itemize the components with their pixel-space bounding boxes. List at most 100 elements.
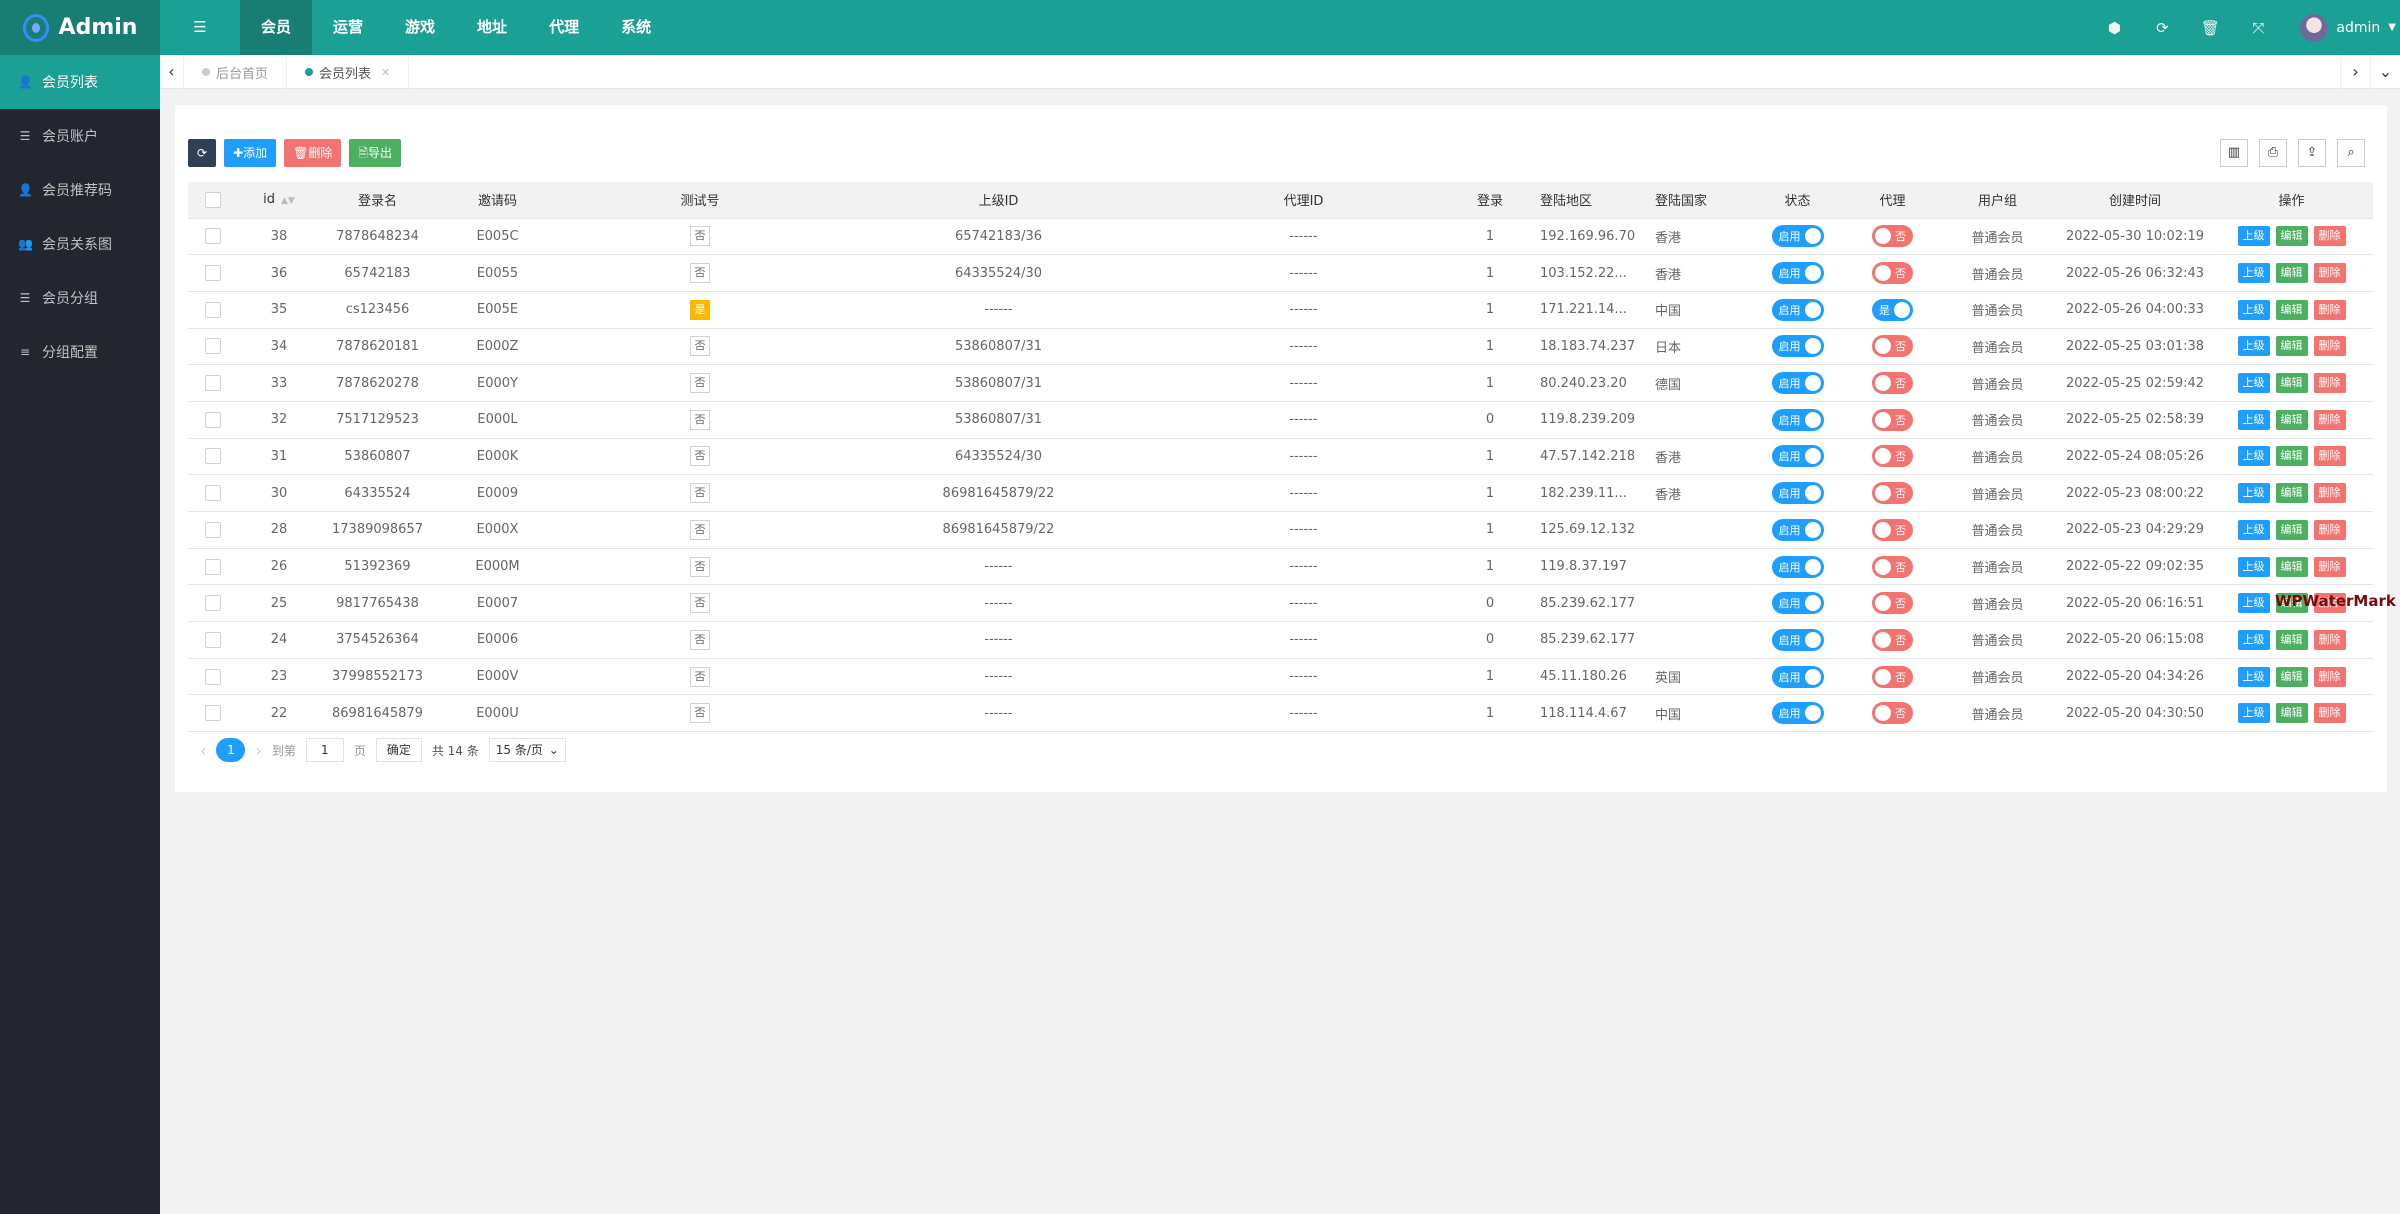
agent-toggle[interactable]: 是 <box>1872 298 1913 321</box>
tab-scroll-left-icon[interactable]: ‹ <box>160 55 184 89</box>
export-icon[interactable]: ⇪ <box>2298 139 2326 167</box>
delete-row-button[interactable]: 删除 <box>2313 336 2346 357</box>
agent-toggle[interactable]: 否 <box>1872 665 1913 688</box>
select-all-checkbox[interactable] <box>188 182 238 219</box>
nav-agent[interactable]: 代理 <box>528 0 600 55</box>
parent-button[interactable]: 上级 <box>2237 519 2270 540</box>
edit-button[interactable]: 编辑 <box>2275 519 2308 540</box>
nav-address[interactable]: 地址 <box>456 0 528 55</box>
agent-toggle[interactable]: 否 <box>1872 408 1913 431</box>
add-button[interactable]: ✚添加 <box>224 139 277 167</box>
parent-button[interactable]: 上级 <box>2237 556 2270 577</box>
edit-button[interactable]: 编辑 <box>2275 373 2308 394</box>
nav-system[interactable]: 系统 <box>600 0 672 55</box>
row-checkbox[interactable] <box>188 548 238 586</box>
status-toggle[interactable]: 启用 <box>1771 592 1824 615</box>
agent-toggle[interactable]: 否 <box>1872 482 1913 505</box>
print-icon[interactable]: ⎙ <box>2259 139 2287 167</box>
edit-button[interactable]: 编辑 <box>2275 703 2308 724</box>
status-toggle[interactable]: 启用 <box>1771 225 1824 248</box>
agent-toggle[interactable]: 否 <box>1872 445 1913 468</box>
sidebar-item-member-account[interactable]: ☰ 会员账户 <box>0 109 160 163</box>
row-checkbox[interactable] <box>188 694 238 733</box>
nav-operation[interactable]: 运营 <box>312 0 384 55</box>
edit-button[interactable]: 编辑 <box>2275 446 2308 467</box>
row-checkbox[interactable] <box>188 254 238 292</box>
status-toggle[interactable]: 启用 <box>1771 482 1824 505</box>
parent-button[interactable]: 上级 <box>2237 336 2270 357</box>
col-id[interactable]: id ▲▼ <box>238 182 320 219</box>
agent-toggle[interactable]: 否 <box>1872 225 1913 248</box>
sidebar-toggle-button[interactable]: ☰ <box>160 0 240 55</box>
delete-row-button[interactable]: 删除 <box>2313 483 2346 504</box>
nav-member[interactable]: 会员 <box>240 0 313 55</box>
parent-button[interactable]: 上级 <box>2237 593 2270 614</box>
delete-row-button[interactable]: 删除 <box>2313 446 2346 467</box>
tab-member-list[interactable]: 会员列表 ✕ <box>287 55 410 89</box>
delete-row-button[interactable]: 删除 <box>2313 519 2346 540</box>
row-checkbox[interactable] <box>188 401 238 439</box>
agent-toggle[interactable]: 否 <box>1872 335 1913 358</box>
status-toggle[interactable]: 启用 <box>1771 408 1824 431</box>
goto-confirm-button[interactable]: 确定 <box>375 738 422 762</box>
parent-button[interactable]: 上级 <box>2237 629 2270 650</box>
sidebar-item-relation-map[interactable]: 👥 会员关系图 <box>0 217 160 271</box>
columns-icon[interactable]: ▥ <box>2220 139 2248 167</box>
row-checkbox[interactable] <box>188 621 238 659</box>
agent-toggle[interactable]: 否 <box>1872 555 1913 578</box>
agent-toggle[interactable]: 否 <box>1872 592 1913 615</box>
edit-button[interactable]: 编辑 <box>2275 299 2308 320</box>
delete-button[interactable]: 🗑删除 <box>284 139 342 167</box>
row-checkbox[interactable] <box>188 291 238 329</box>
prev-page-icon[interactable]: ‹ <box>200 741 206 760</box>
search-icon[interactable]: ⌕ <box>2337 139 2365 167</box>
goto-page-input[interactable]: 1 <box>305 738 344 762</box>
edit-button[interactable]: 编辑 <box>2275 556 2308 577</box>
chevron-down-icon[interactable]: ▼ <box>2388 22 2396 33</box>
agent-toggle[interactable]: 否 <box>1872 372 1913 395</box>
refresh-icon[interactable]: ⟳ <box>2138 19 2186 37</box>
logo[interactable]: Admin <box>0 0 160 55</box>
edit-button[interactable]: 编辑 <box>2275 226 2308 247</box>
status-toggle[interactable]: 启用 <box>1771 702 1824 725</box>
close-icon[interactable]: ✕ <box>381 66 390 79</box>
sort-icon[interactable]: ▲▼ <box>281 196 295 206</box>
parent-button[interactable]: 上级 <box>2237 263 2270 284</box>
row-checkbox[interactable] <box>188 658 238 696</box>
tab-menu-chevron-icon[interactable]: ⌄ <box>2370 55 2400 89</box>
user-menu[interactable]: admin <box>2336 20 2380 36</box>
agent-toggle[interactable]: 否 <box>1872 628 1913 651</box>
edit-button[interactable]: 编辑 <box>2275 629 2308 650</box>
row-checkbox[interactable] <box>188 438 238 476</box>
refresh-button[interactable]: ⟳ <box>188 139 217 167</box>
export-button[interactable]: 🗎导出 <box>349 139 402 167</box>
clear-cache-icon[interactable]: 🗑 <box>2186 19 2234 37</box>
delete-row-button[interactable]: 删除 <box>2313 373 2346 394</box>
edit-button[interactable]: 编辑 <box>2275 409 2308 430</box>
delete-row-button[interactable]: 删除 <box>2313 263 2346 284</box>
sidebar-item-referral-code[interactable]: 👤 会员推荐码 <box>0 163 160 217</box>
sidebar-item-member-group[interactable]: ☰ 会员分组 <box>0 271 160 325</box>
status-toggle[interactable]: 启用 <box>1771 445 1824 468</box>
row-checkbox[interactable] <box>188 511 238 549</box>
status-toggle[interactable]: 启用 <box>1771 628 1824 651</box>
agent-toggle[interactable]: 否 <box>1872 702 1913 725</box>
row-checkbox[interactable] <box>188 474 238 512</box>
status-toggle[interactable]: 启用 <box>1771 665 1824 688</box>
current-page[interactable]: 1 <box>216 738 246 762</box>
parent-button[interactable]: 上级 <box>2237 226 2270 247</box>
row-checkbox[interactable] <box>188 584 238 623</box>
status-toggle[interactable]: 启用 <box>1771 298 1824 321</box>
row-checkbox[interactable] <box>188 328 238 366</box>
sidebar-item-group-config[interactable]: ≡ 分组配置 <box>0 325 160 379</box>
sidebar-item-member-list[interactable]: 👤 会员列表 <box>0 55 160 109</box>
parent-button[interactable]: 上级 <box>2237 703 2270 724</box>
status-toggle[interactable]: 启用 <box>1771 335 1824 358</box>
parent-button[interactable]: 上级 <box>2237 373 2270 394</box>
parent-button[interactable]: 上级 <box>2237 666 2270 687</box>
tab-home[interactable]: 后台首页 <box>184 55 288 89</box>
delete-row-button[interactable]: 删除 <box>2313 666 2346 687</box>
parent-button[interactable]: 上级 <box>2237 299 2270 320</box>
page-size-select[interactable]: 15 条/页 ⌄ <box>488 738 566 762</box>
status-toggle[interactable]: 启用 <box>1771 262 1824 285</box>
